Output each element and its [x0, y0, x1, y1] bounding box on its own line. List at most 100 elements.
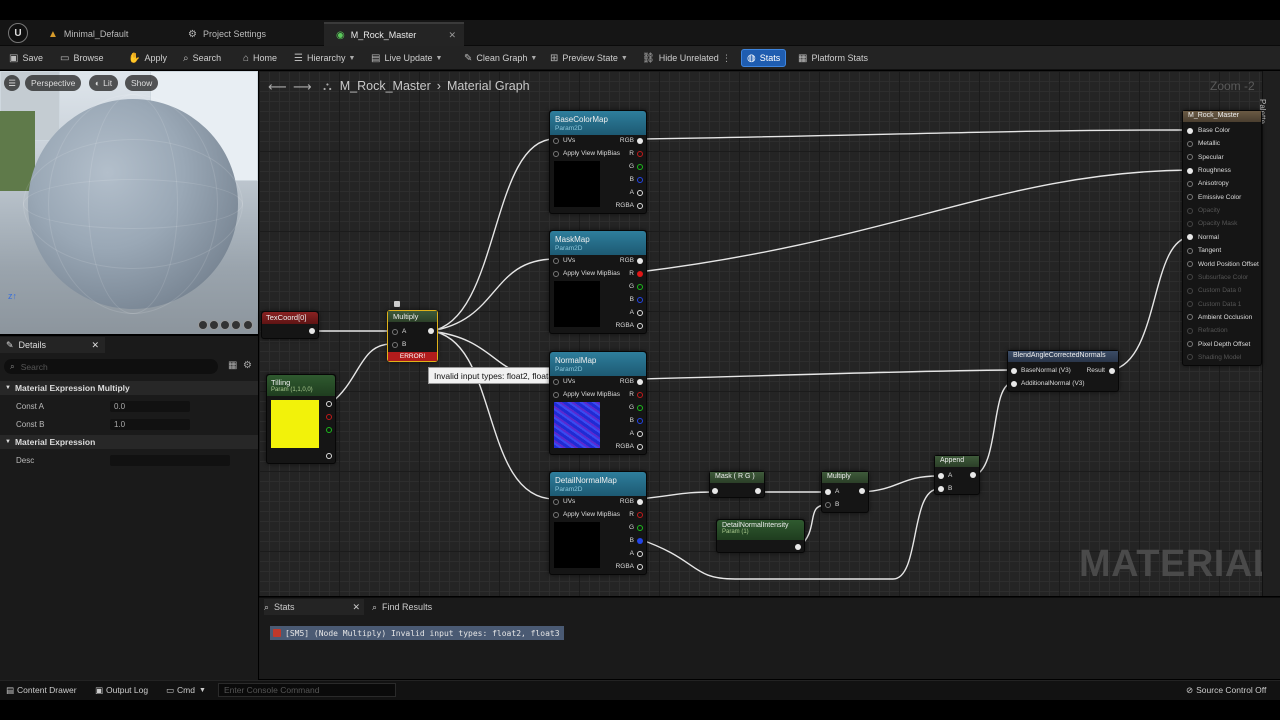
output-pin-rgb[interactable] [637, 137, 643, 144]
input-pin-b[interactable] [938, 485, 944, 492]
output-log-button[interactable]: ▣ Output Log [95, 683, 148, 697]
node-blend-angle-corrected-normals[interactable]: BlendAngleCorrectedNormals BaseNormal (V… [1007, 350, 1119, 392]
output-pin-rgba[interactable] [637, 563, 643, 570]
material-input-pin[interactable] [1187, 207, 1193, 214]
output-pin-rgba[interactable] [637, 202, 643, 209]
output-pin-r[interactable] [637, 391, 643, 398]
node-basecolor-map[interactable]: BaseColorMap Param2D UVs Apply View MipBias… [549, 110, 647, 214]
output-pin-r[interactable] [637, 511, 643, 518]
material-input-pin[interactable] [1187, 274, 1193, 281]
material-input-pin[interactable] [1187, 127, 1193, 134]
stats-tab[interactable]: ⌕ Stats ✕ [264, 599, 364, 615]
node-detail-normal-intensity[interactable]: DetailNormalIntensity Param (1) [716, 519, 805, 553]
input-pin-uvs[interactable] [553, 257, 559, 264]
material-input-pin[interactable] [1187, 287, 1193, 294]
material-input-pin[interactable] [1187, 234, 1193, 241]
source-control-icon: ⊘ [1186, 684, 1194, 695]
material-input-pin[interactable] [1187, 180, 1193, 187]
node-tilling[interactable]: Tilling Param (1,1,0,0) [266, 374, 336, 464]
output-pin-g[interactable] [637, 283, 643, 290]
output-pin-rgb[interactable] [637, 257, 643, 264]
output-pin-b[interactable] [637, 537, 643, 544]
input-pin-a[interactable] [392, 328, 398, 335]
texture-preview [554, 402, 600, 448]
output-pin[interactable] [326, 401, 332, 407]
material-input-pin[interactable] [1187, 154, 1193, 161]
node-material-output[interactable]: M_Rock_Master Base Color Metallic Specular… [1182, 110, 1262, 366]
material-input-pin[interactable] [1187, 354, 1193, 361]
input-pin-base-normal[interactable] [1011, 367, 1017, 374]
error-message-row[interactable]: [SM5] (Node Multiply) Invalid input type… [270, 626, 564, 640]
material-input-pin[interactable] [1187, 341, 1193, 348]
output-pin[interactable] [970, 472, 976, 478]
output-pin[interactable] [795, 544, 801, 550]
input-pin-mip[interactable] [553, 391, 559, 398]
input-pin-uvs[interactable] [553, 137, 559, 144]
output-pin-a[interactable] [637, 550, 643, 557]
output-pin-g[interactable] [637, 404, 643, 411]
output-pin-g[interactable] [637, 524, 643, 531]
output-pin-rgba[interactable] [637, 443, 643, 450]
input-pin-a[interactable] [938, 472, 944, 479]
output-pin-b[interactable] [637, 176, 643, 183]
material-input-pin[interactable] [1187, 194, 1193, 201]
output-pin-r[interactable] [637, 270, 643, 277]
chevron-down-icon: ▼ [198, 686, 206, 694]
output-pin[interactable] [755, 488, 761, 494]
node-mask-map[interactable]: MaskMap Param2D UVs Apply View MipBias RGB R G… [549, 230, 647, 334]
input-pin-uvs[interactable] [553, 498, 559, 505]
bottom-black-band [0, 700, 1280, 720]
output-pin-r[interactable] [637, 150, 643, 157]
close-stats-icon[interactable]: ✕ [352, 602, 360, 613]
node-mask-rg[interactable]: Mask ( R G ) [709, 471, 765, 498]
material-input-pin[interactable] [1187, 140, 1193, 147]
input-pin-uvs[interactable] [553, 378, 559, 385]
find-results-tab[interactable]: ⌕ Find Results [372, 599, 432, 615]
output-pin-a[interactable] [637, 309, 643, 316]
material-input-pin[interactable] [1187, 261, 1193, 267]
output-pin-rgba[interactable] [637, 322, 643, 329]
input-pin-additional-normal[interactable] [1011, 380, 1017, 387]
input-pin-b[interactable] [392, 341, 398, 348]
node-texcoord[interactable]: TexCoord[0] [261, 311, 319, 339]
output-pin-rgb[interactable] [637, 498, 643, 505]
cmd-dropdown[interactable]: ▭ Cmd ▼ [166, 683, 206, 697]
content-drawer-button[interactable]: ▤ Content Drawer [6, 683, 77, 697]
material-input-pin[interactable] [1187, 220, 1193, 227]
node-normal-map[interactable]: NormalMap Param2D UVs Apply View MipBias RGB… [549, 351, 647, 455]
output-pin-a[interactable] [637, 189, 643, 196]
input-pin-mip[interactable] [553, 511, 559, 518]
output-pin[interactable] [1109, 367, 1115, 374]
input-pin[interactable] [712, 488, 718, 494]
material-input-pin[interactable] [1187, 247, 1193, 254]
node-append[interactable]: Append A B [934, 455, 980, 495]
output-pin[interactable] [428, 328, 434, 334]
source-control-button[interactable]: ⊘ Source Control Off [1186, 683, 1266, 697]
node-multiply-2[interactable]: Multiply A B [821, 471, 869, 513]
output-pin-a[interactable] [326, 453, 332, 459]
output-pin-b[interactable] [637, 296, 643, 303]
error-icon [273, 629, 281, 637]
input-pin-mip[interactable] [553, 270, 559, 277]
output-pin[interactable] [859, 488, 865, 494]
console-command-input[interactable]: Enter Console Command [218, 683, 396, 697]
color-swatch [271, 400, 319, 448]
material-input-pin[interactable] [1187, 167, 1193, 174]
material-input-pin[interactable] [1187, 327, 1193, 334]
output-pin-b[interactable] [637, 417, 643, 424]
input-pin-b[interactable] [825, 501, 831, 508]
input-pin-mip[interactable] [553, 150, 559, 157]
output-pin-g[interactable] [637, 163, 643, 170]
input-pin-a[interactable] [825, 488, 831, 495]
output-pin-a[interactable] [637, 430, 643, 437]
node-multiply[interactable]: Multiply A B ERROR! [387, 310, 438, 362]
output-pin-rgb[interactable] [637, 378, 643, 385]
output-pin[interactable] [309, 328, 315, 334]
texture-preview [554, 281, 600, 327]
output-pin-g[interactable] [326, 427, 332, 433]
material-input-pin[interactable] [1187, 301, 1193, 308]
terminal-icon: ▭ [166, 684, 175, 695]
output-pin-r[interactable] [326, 414, 332, 420]
material-input-pin[interactable] [1187, 314, 1193, 321]
node-detail-map[interactable]: DetailNormalMap Param2D UVs Apply View MipB… [549, 471, 647, 575]
